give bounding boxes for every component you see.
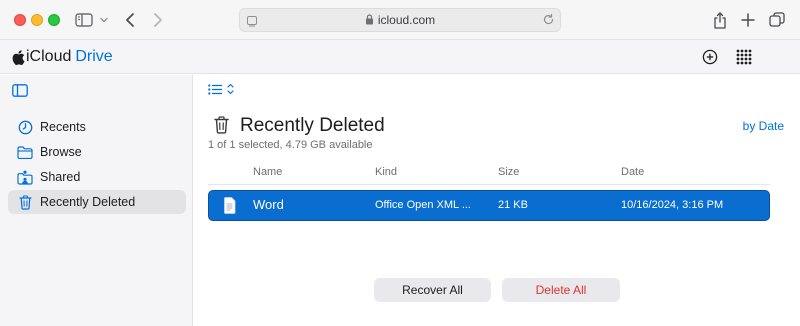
close-window-button[interactable]: [14, 14, 26, 26]
table-row[interactable]: Word Office Open XML ... 21 KB 10/16/202…: [208, 190, 770, 221]
recover-all-button[interactable]: Recover All: [374, 278, 491, 302]
icloud-drive-logo[interactable]: iCloud Drive: [12, 48, 113, 66]
reload-icon[interactable]: [542, 13, 555, 31]
new-tab-icon[interactable]: [739, 10, 757, 30]
lock-icon: [365, 14, 374, 28]
back-icon[interactable]: [122, 10, 138, 30]
storage-status: 1 of 1 selected, 4.79 GB available: [208, 139, 373, 151]
sidebar-item-shared[interactable]: Shared: [8, 165, 186, 189]
brand-product: Drive: [75, 48, 113, 65]
sidebar-item-recents[interactable]: Recents: [8, 115, 186, 139]
url-text: icloud.com: [377, 13, 436, 27]
chevron-down-icon[interactable]: [99, 10, 109, 30]
sidebar-item-label: Shared: [40, 170, 81, 184]
trash-icon: [214, 116, 229, 139]
column-header-size[interactable]: Size: [498, 166, 519, 178]
add-button[interactable]: [701, 48, 719, 66]
sidebar-item-browse[interactable]: Browse: [8, 140, 186, 164]
sidebar-item-label: Browse: [40, 145, 82, 159]
header-divider: [208, 184, 770, 185]
sidebar-item-label: Recents: [40, 120, 86, 134]
trash-icon: [16, 193, 34, 211]
delete-all-button[interactable]: Delete All: [502, 278, 620, 302]
zoom-window-button[interactable]: [48, 14, 60, 26]
column-header-kind[interactable]: Kind: [375, 166, 397, 178]
forward-icon[interactable]: [150, 10, 166, 30]
browser-toolbar: icloud.com: [0, 0, 800, 40]
brand-name: iCloud: [26, 48, 72, 65]
file-date: 10/16/2024, 3:16 PM: [621, 199, 724, 211]
column-header-date[interactable]: Date: [621, 166, 644, 178]
file-kind: Office Open XML ...: [375, 199, 471, 211]
view-options-button[interactable]: [208, 82, 234, 100]
shared-folder-icon: [16, 168, 34, 186]
chevron-updown-icon: [227, 82, 234, 100]
sidebar: Recents Browse Shared Recently Deleted: [0, 75, 193, 326]
app-header: iCloud Drive: [0, 40, 800, 74]
sidebar-toggle-icon[interactable]: [74, 10, 94, 30]
document-icon: [223, 197, 236, 219]
main-content: Recently Deleted 1 of 1 selected, 4.79 G…: [194, 75, 800, 326]
minimize-window-button[interactable]: [31, 14, 43, 26]
sidebar-item-label: Recently Deleted: [40, 195, 136, 209]
clock-icon: [16, 118, 34, 136]
apple-logo-icon: [12, 49, 25, 65]
page-title: Recently Deleted: [240, 115, 385, 136]
address-bar[interactable]: icloud.com: [239, 8, 561, 32]
file-name: Word: [253, 197, 284, 212]
list-view-icon: [208, 82, 223, 100]
sidebar-collapse-icon[interactable]: [12, 84, 28, 102]
column-header-name[interactable]: Name: [253, 166, 282, 178]
tab-overview-icon[interactable]: [767, 10, 787, 30]
sidebar-item-recently-deleted[interactable]: Recently Deleted: [8, 190, 186, 214]
app-grid-icon[interactable]: [735, 48, 753, 66]
folder-icon: [16, 143, 34, 161]
sort-by-date-button[interactable]: by Date: [743, 119, 784, 133]
share-icon[interactable]: [711, 10, 729, 30]
file-size: 21 KB: [498, 199, 528, 211]
